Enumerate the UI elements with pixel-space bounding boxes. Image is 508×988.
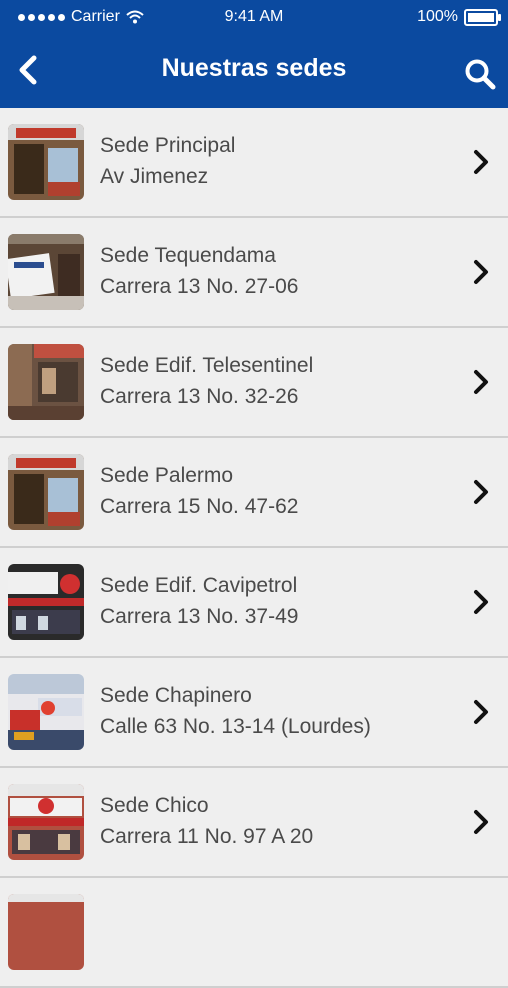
sede-name: Sede Edif. Telesentinel bbox=[100, 354, 314, 377]
sede-list-item[interactable]: Sede Principal Av Jimenez bbox=[0, 108, 508, 218]
sede-address: Carrera 15 No. 47-62 bbox=[100, 495, 299, 518]
page-title: Nuestras sedes bbox=[161, 54, 347, 82]
sede-name: Sede Tequendama bbox=[100, 244, 276, 267]
sede-text: Sede Palermo Carrera 15 No. 47-62 bbox=[100, 460, 298, 522]
chevron-right-icon bbox=[474, 810, 488, 834]
battery-percent: 100% bbox=[417, 8, 458, 25]
sede-text: Sede Edif. Telesentinel Carrera 13 No. 3… bbox=[100, 350, 313, 412]
chevron-right-icon bbox=[474, 700, 488, 724]
sede-text: Sede Tequendama Carrera 13 No. 27-06 bbox=[100, 240, 298, 302]
sede-photo bbox=[8, 234, 84, 310]
sede-name: Sede Principal bbox=[100, 134, 236, 157]
sede-address: Carrera 11 No. 97 A 20 bbox=[100, 825, 314, 848]
sede-text: Sede Principal Av Jimenez bbox=[100, 130, 235, 192]
sede-photo bbox=[8, 344, 84, 420]
sede-photo bbox=[8, 564, 84, 640]
sede-list-item[interactable]: Sede Edif. Cavipetrol Carrera 13 No. 37-… bbox=[0, 548, 508, 658]
sede-name: Sede Edif. Cavipetrol bbox=[100, 574, 298, 597]
sede-list-item[interactable]: Sede Chico Carrera 11 No. 97 A 20 bbox=[0, 768, 508, 878]
sede-photo bbox=[8, 674, 84, 750]
sede-list-item[interactable]: Sede Edif. Telesentinel Carrera 13 No. 3… bbox=[0, 328, 508, 438]
sede-photo bbox=[8, 124, 84, 200]
app-header: Carrier 9:41 AM 100% Nuestras sedes bbox=[0, 0, 508, 108]
search-icon[interactable] bbox=[462, 56, 498, 92]
sede-name: Sede Chico bbox=[100, 794, 209, 817]
sede-list-item[interactable]: Sede Tequendama Carrera 13 No. 27-06 bbox=[0, 218, 508, 328]
sede-address: Av Jimenez bbox=[100, 165, 209, 188]
sede-address: Calle 63 No. 13-14 (Lourdes) bbox=[100, 715, 371, 738]
sede-photo bbox=[8, 454, 84, 530]
chevron-right-icon bbox=[474, 260, 488, 284]
battery-icon bbox=[464, 8, 501, 26]
sede-photo bbox=[8, 894, 84, 970]
status-bar: Carrier 9:41 AM 100% bbox=[0, 0, 508, 36]
sede-text: Sede Chapinero Calle 63 No. 13-14 (Lourd… bbox=[100, 680, 371, 742]
sede-list-item[interactable]: Sede Chapinero Calle 63 No. 13-14 (Lourd… bbox=[0, 658, 508, 768]
sede-address: Carrera 13 No. 32-26 bbox=[100, 385, 299, 408]
chevron-right-icon bbox=[474, 370, 488, 394]
sede-list-item[interactable]: Sede Palermo Carrera 15 No. 47-62 bbox=[0, 438, 508, 548]
navigation-bar: Nuestras sedes bbox=[0, 36, 508, 108]
sede-name: Sede Chapinero bbox=[100, 684, 252, 707]
sedes-list: Sede Principal Av Jimenez Sede Tequendam… bbox=[0, 108, 508, 988]
sede-name: Sede Palermo bbox=[100, 464, 234, 487]
battery-status: 100% bbox=[417, 8, 501, 26]
chevron-right-icon bbox=[474, 590, 488, 614]
sede-photo bbox=[8, 784, 84, 860]
sede-text: Sede Edif. Cavipetrol Carrera 13 No. 37-… bbox=[100, 570, 298, 632]
chevron-right-icon bbox=[474, 150, 488, 174]
sede-address: Carrera 13 No. 37-49 bbox=[100, 605, 299, 628]
chevron-right-icon bbox=[474, 480, 488, 504]
sede-text: Sede Chico Carrera 11 No. 97 A 20 bbox=[100, 790, 313, 852]
sede-list-item-partial[interactable] bbox=[0, 878, 508, 988]
sede-address: Carrera 13 No. 27-06 bbox=[100, 275, 299, 298]
